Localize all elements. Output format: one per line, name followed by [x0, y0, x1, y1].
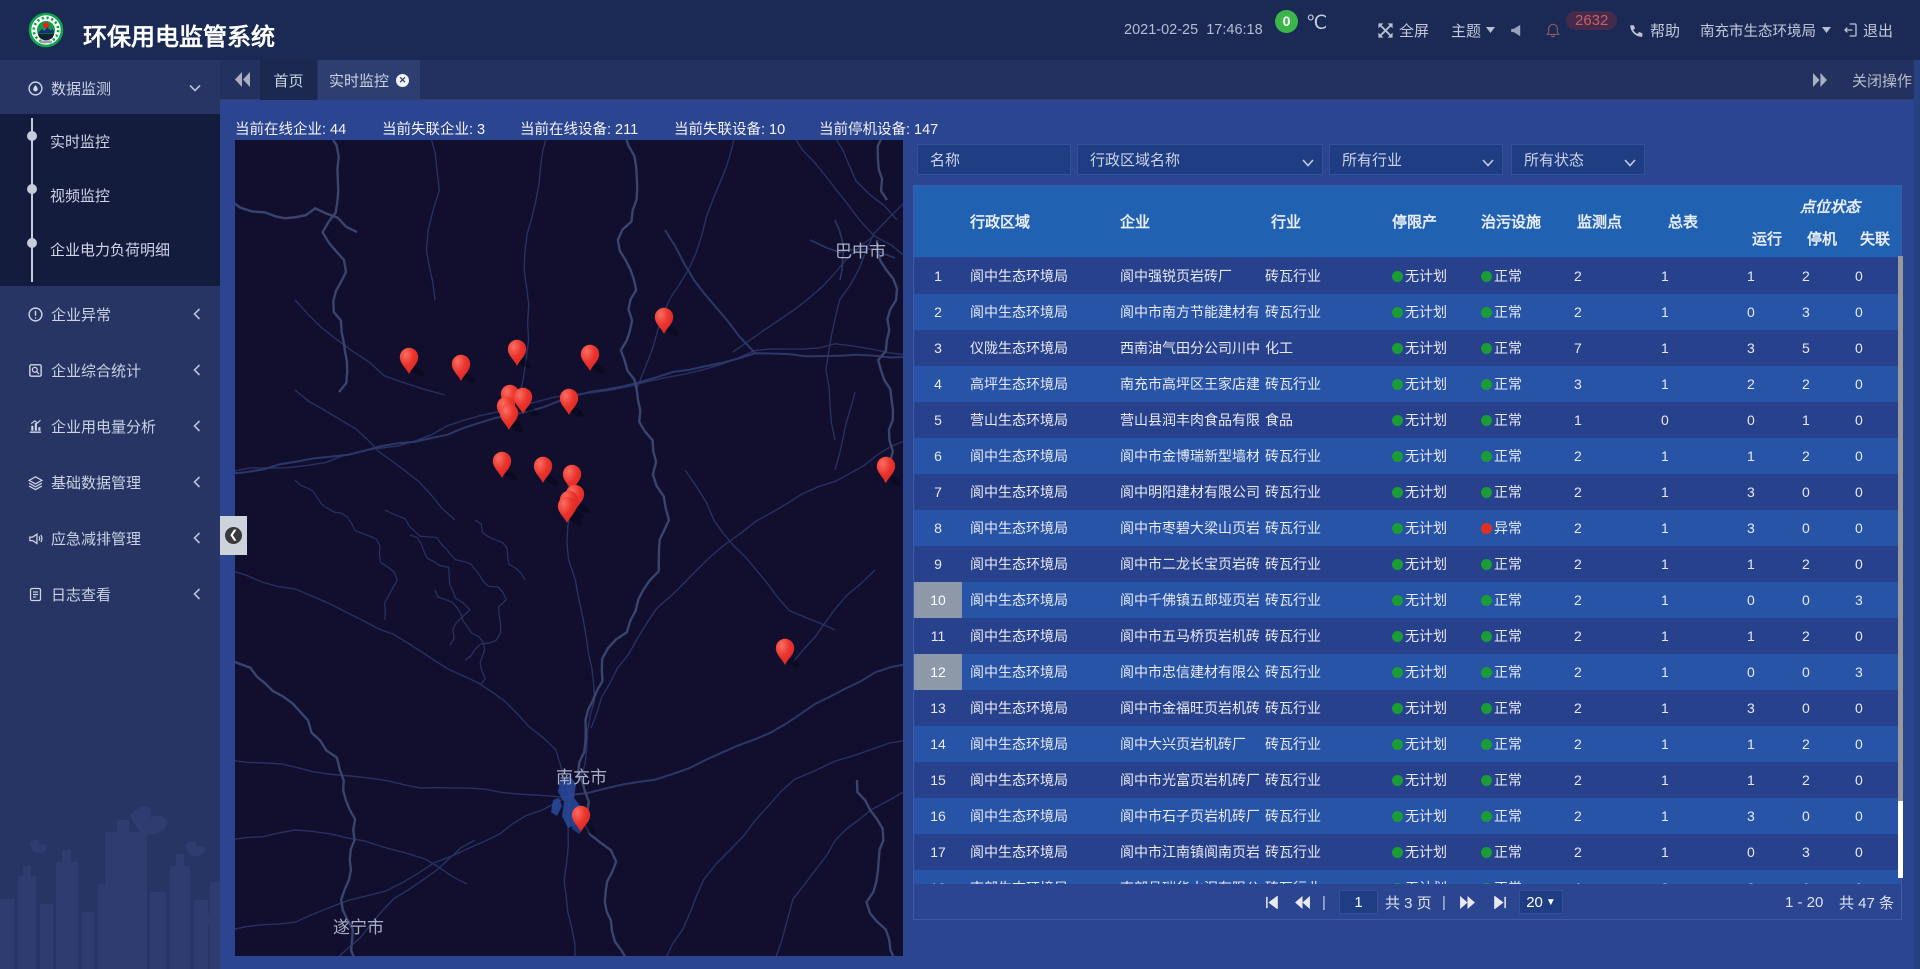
svg-text:遂宁市: 遂宁市: [333, 918, 384, 937]
svg-text:巴中市: 巴中市: [835, 242, 886, 261]
svg-text:南充市: 南充市: [556, 768, 607, 787]
